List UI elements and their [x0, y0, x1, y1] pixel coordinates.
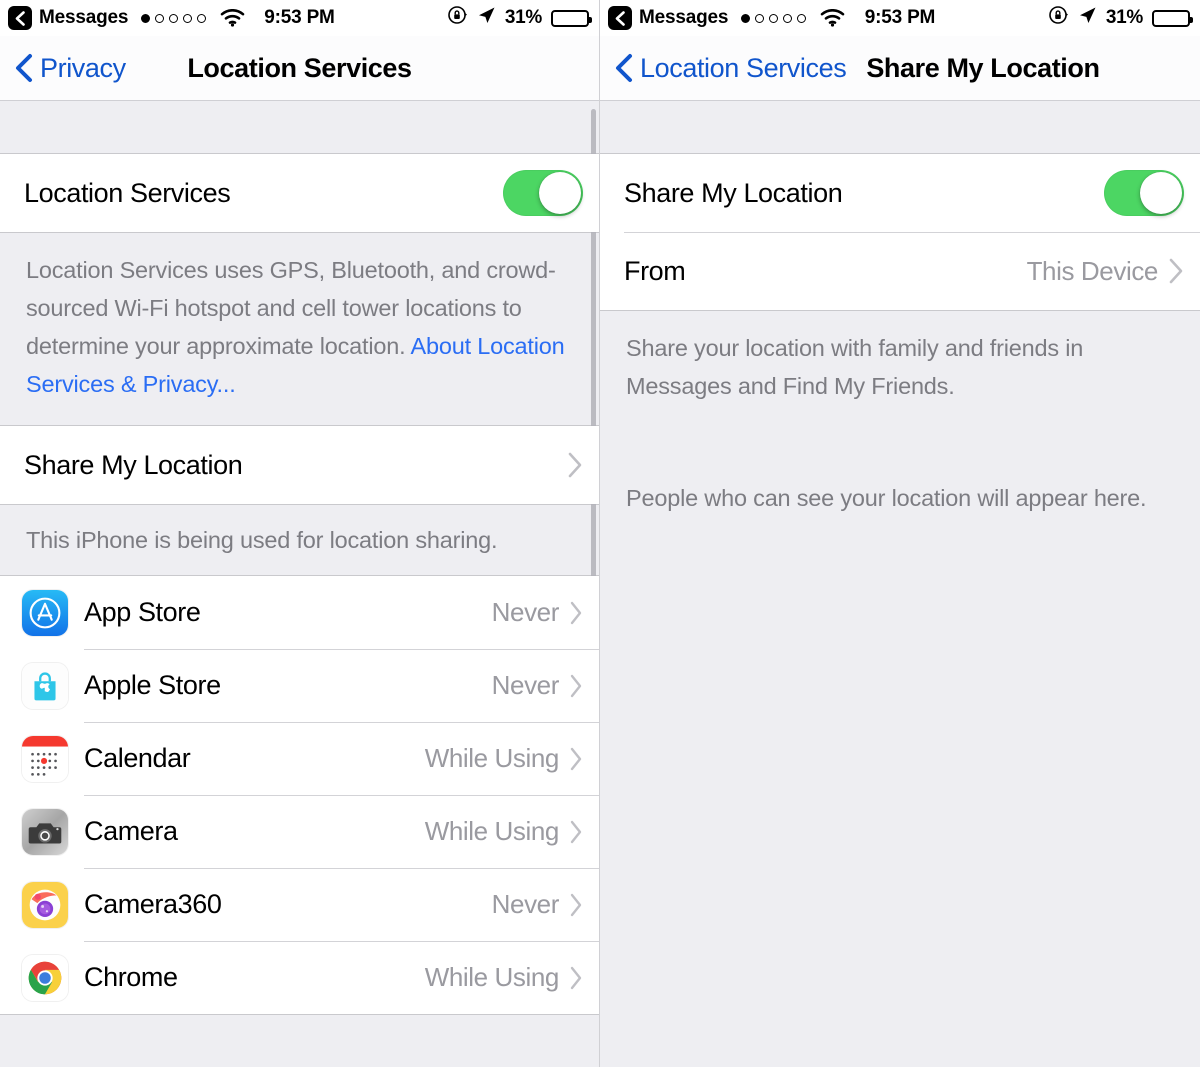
- signal-strength-dots: [741, 13, 807, 23]
- row-from[interactable]: From This Device: [600, 232, 1200, 310]
- table-row[interactable]: App Store Never: [0, 576, 599, 649]
- row-share-my-location[interactable]: Share My Location: [600, 154, 1200, 232]
- permission-value: Never: [491, 597, 560, 627]
- row-label: Location Services: [24, 177, 231, 208]
- share-my-location-toggle[interactable]: [1104, 170, 1184, 216]
- battery-icon: [551, 9, 592, 27]
- rotation-lock-icon: [1049, 5, 1069, 31]
- camera360-icon: [22, 881, 68, 928]
- camera-icon: [22, 808, 68, 855]
- location-services-footer: Location Services uses GPS, Bluetooth, a…: [0, 233, 599, 425]
- page-title-right: Share My Location: [866, 52, 1100, 83]
- back-button-location-services[interactable]: Location Services: [614, 52, 847, 84]
- share-my-location-footer: This iPhone is being used for location s…: [0, 505, 599, 575]
- left-content-scroll[interactable]: Location Services Location Services uses…: [0, 101, 599, 1067]
- status-bar-right: Messages 9:53 PM 31%: [600, 0, 1200, 36]
- share-location-footer-2: People who can see your location will ap…: [600, 461, 1200, 539]
- chevron-right-icon: [569, 601, 583, 625]
- row-label: Share My Location: [24, 449, 243, 480]
- chevron-left-icon: [614, 53, 634, 83]
- status-right-cluster: 31%: [448, 5, 592, 31]
- top-spacer: [0, 101, 599, 153]
- app-name-label: Camera360: [84, 889, 222, 919]
- back-button-label: Privacy: [40, 52, 126, 83]
- wifi-icon: [820, 9, 845, 27]
- permission-value: While Using: [424, 962, 560, 992]
- share-my-location-group: Share My Location: [0, 425, 599, 505]
- chrome-icon: [22, 954, 68, 1001]
- status-bar-left: Messages 9:53 PM 31%: [0, 0, 599, 36]
- app-name-label: App Store: [84, 597, 201, 627]
- row-label: Share My Location: [624, 177, 843, 208]
- app-name-label: Camera: [84, 816, 178, 846]
- location-services-group: Location Services: [0, 153, 599, 233]
- dual-screenshot-container: Messages 9:53 PM 31% Privacy Location Se…: [0, 0, 1200, 1067]
- app-name-label: Chrome: [84, 962, 178, 992]
- signal-strength-dots: [141, 13, 207, 23]
- table-row[interactable]: Apple Store Never: [0, 649, 599, 722]
- nav-bar-right: Location Services Share My Location: [600, 36, 1200, 101]
- back-button-label: Location Services: [640, 52, 847, 83]
- table-row[interactable]: Chrome While Using: [0, 941, 599, 1014]
- rotation-lock-icon: [448, 5, 468, 31]
- from-value: This Device: [1026, 255, 1159, 286]
- share-location-footer-1: Share your location with family and frie…: [600, 311, 1200, 427]
- calendar-icon: [22, 735, 68, 782]
- chevron-right-icon: [569, 966, 583, 990]
- chevron-right-icon: [569, 893, 583, 917]
- apple-store-icon: [22, 662, 68, 709]
- app-permissions-group: App Store Never Apple Store Never Calend…: [0, 575, 599, 1015]
- battery-percent-label: 31%: [1105, 7, 1143, 28]
- app-name-label: Calendar: [84, 743, 191, 773]
- chevron-left-icon: [14, 53, 34, 83]
- chevron-right-icon: [569, 747, 583, 771]
- row-location-services[interactable]: Location Services: [0, 154, 599, 232]
- permission-value: While Using: [424, 743, 560, 773]
- chevron-right-icon: [569, 820, 583, 844]
- chevron-right-icon: [569, 674, 583, 698]
- footer-spacer: [600, 427, 1200, 461]
- top-spacer: [600, 101, 1200, 153]
- chevron-right-icon: [567, 452, 583, 478]
- status-back-app-label: Messages: [639, 7, 729, 28]
- table-row[interactable]: Calendar While Using: [0, 722, 599, 795]
- permission-value: Never: [491, 670, 560, 700]
- permission-value: While Using: [424, 816, 560, 846]
- share-location-group: Share My Location From This Device: [600, 153, 1200, 311]
- status-back-badge-icon[interactable]: [8, 6, 32, 30]
- app-name-label: Apple Store: [84, 670, 221, 700]
- status-right-cluster: 31%: [1049, 5, 1193, 31]
- location-arrow-icon: [1078, 6, 1097, 31]
- chevron-right-icon: [1168, 258, 1184, 284]
- status-back-app-label: Messages: [39, 7, 129, 28]
- right-content-scroll[interactable]: Share My Location From This Device Share…: [600, 101, 1200, 1067]
- wifi-icon: [220, 9, 245, 27]
- table-row[interactable]: Camera360 Never: [0, 868, 599, 941]
- row-share-my-location[interactable]: Share My Location: [0, 426, 599, 504]
- table-row[interactable]: Camera While Using: [0, 795, 599, 868]
- status-back-badge-icon[interactable]: [608, 6, 632, 30]
- nav-bar-left: Privacy Location Services: [0, 36, 599, 101]
- left-panel-location-services: Messages 9:53 PM 31% Privacy Location Se…: [0, 0, 600, 1067]
- battery-percent-label: 31%: [504, 7, 542, 28]
- battery-icon: [1152, 9, 1193, 27]
- back-button-privacy[interactable]: Privacy: [14, 53, 126, 84]
- right-panel-share-my-location: Messages 9:53 PM 31% Location Services S…: [600, 0, 1200, 1067]
- app-store-icon: [22, 589, 68, 636]
- row-label: From: [624, 255, 686, 286]
- permission-value: Never: [491, 889, 560, 919]
- location-services-toggle[interactable]: [503, 170, 583, 216]
- location-arrow-icon: [477, 6, 496, 31]
